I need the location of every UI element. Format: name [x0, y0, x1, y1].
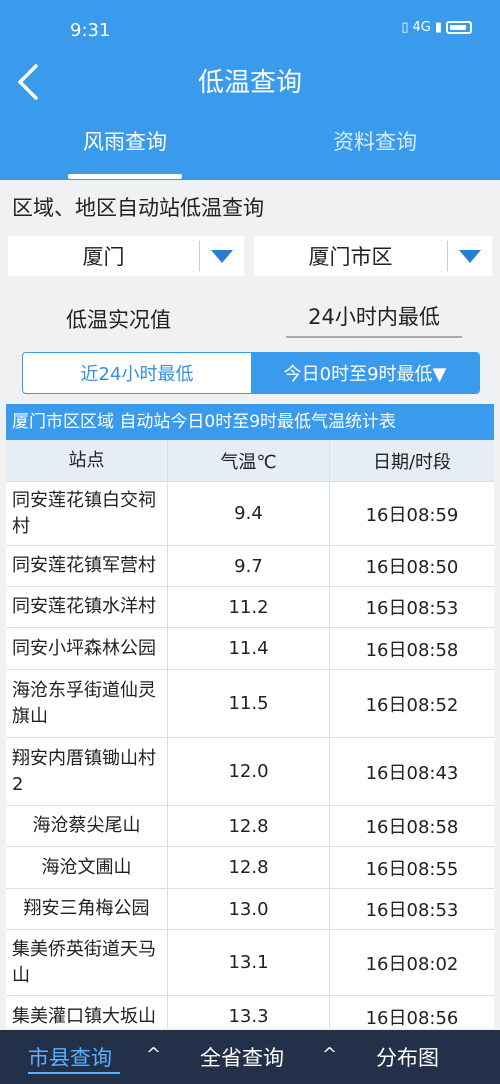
table-row[interactable]: 同安小坪森林公园 11.4 16日08:58: [6, 628, 494, 670]
chevron-up-icon[interactable]: ^: [146, 1044, 161, 1065]
time-value: 16日08:58: [365, 639, 459, 661]
temp-value: 11.4: [168, 628, 330, 669]
table-row[interactable]: 海沧东孚街道仙灵旗山 11.5 16日08:52: [6, 670, 494, 738]
temp-value: 13.3: [168, 996, 330, 1028]
time-value: 16日08:53: [365, 900, 459, 921]
tab-data-query[interactable]: 资料查询: [250, 126, 500, 156]
station-name: 同安莲花镇军营村: [6, 546, 168, 586]
station-name: 同安莲花镇白交祠村: [6, 482, 168, 545]
station-name: 海沧东孚街道仙灵旗山: [6, 670, 168, 737]
temp-value: 12.0: [168, 738, 330, 805]
station-name: 翔安内厝镇锄山村2: [6, 738, 168, 805]
table-header-row: 站点 气温℃ 日期/时段: [6, 440, 494, 482]
nav-province-query[interactable]: 全省查询: [200, 1042, 284, 1072]
mode-live-low-temp[interactable]: 低温实况值: [66, 304, 171, 334]
table-row[interactable]: 海沧文圃山 12.8 16日08:55: [6, 847, 494, 889]
temp-value: 11.5: [168, 670, 330, 737]
time-range-segment: 近24小时最低 今日0时至9时最低▼: [22, 352, 480, 394]
temp-value: 9.7: [168, 546, 330, 586]
signal-bars-icon: ▮: [434, 20, 442, 35]
nav-city-county-query[interactable]: 市县查询: [28, 1042, 112, 1072]
segment-today-0-9[interactable]: 今日0时至9时最低▼: [251, 353, 479, 393]
app-header: 9:31 ▯ 4G ▮ 低温查询 风雨查询 资料查询: [0, 0, 500, 180]
bottom-nav: 市县查询 ^ 全省查询 ^ 分布图: [0, 1030, 500, 1084]
station-name: 同安小坪森林公园: [6, 628, 168, 669]
table-row[interactable]: 海沧蔡尖尾山 12.8 16日08:58: [6, 806, 494, 847]
mode-24h-min[interactable]: 24小时内最低: [286, 300, 462, 338]
time-value: 16日08:58: [365, 817, 459, 838]
section-title: 区域、地区自动站低温查询: [12, 196, 264, 220]
dropdown-arrow-icon[interactable]: [448, 249, 492, 263]
page-title: 低温查询: [197, 68, 302, 98]
header-temp: 气温℃: [168, 440, 330, 481]
time-value: 16日08:55: [365, 858, 459, 880]
signal-icon: 4G: [412, 20, 431, 35]
low-temp-table: 站点 气温℃ 日期/时段 同安莲花镇白交祠村 9.4 16日08:59 同安莲花…: [6, 440, 494, 1028]
temp-value: 9.4: [168, 482, 330, 545]
status-icons: ▯ 4G ▮: [401, 20, 472, 35]
segment-last-24h[interactable]: 近24小时最低: [23, 353, 251, 393]
station-name: 同安莲花镇水洋村: [6, 587, 168, 627]
city-select-value: 厦门: [82, 245, 125, 269]
city-select[interactable]: 厦门: [8, 236, 244, 276]
time-value: 16日08:56: [365, 1007, 459, 1029]
vibrate-icon: ▯: [401, 20, 409, 35]
header-time: 日期/时段: [372, 451, 452, 473]
time-value: 16日08:02: [365, 953, 459, 975]
temp-value: 12.8: [168, 806, 330, 846]
temp-value: 12.8: [168, 847, 330, 888]
time-value: 16日08:50: [365, 557, 459, 578]
temp-value: 13.0: [168, 889, 330, 929]
battery-icon: [446, 21, 472, 34]
temp-value: 11.2: [168, 587, 330, 627]
time-value: 16日08:59: [365, 504, 459, 526]
station-name: 集美侨英街道天马山: [6, 930, 168, 995]
station-name: 海沧文圃山: [6, 847, 168, 888]
table-row[interactable]: 集美灌口镇大坂山 13.3 16日08:56: [6, 996, 494, 1028]
time-value: 16日08:43: [365, 762, 459, 784]
time-value: 16日08:52: [365, 694, 459, 716]
table-row[interactable]: 同安莲花镇白交祠村 9.4 16日08:59: [6, 482, 494, 546]
chevron-up-icon[interactable]: ^: [322, 1044, 337, 1065]
table-title: 厦门市区区域 自动站今日0时至9时最低气温统计表: [6, 404, 494, 440]
time-value: 16日08:53: [365, 598, 459, 619]
table-row[interactable]: 同安莲花镇水洋村 11.2 16日08:53: [6, 587, 494, 628]
district-select[interactable]: 厦门市区: [254, 236, 492, 276]
station-name: 集美灌口镇大坂山: [6, 996, 168, 1028]
temp-value: 13.1: [168, 930, 330, 995]
header-station: 站点: [6, 440, 168, 481]
district-select-value: 厦门市区: [308, 245, 393, 269]
active-tab-indicator: [68, 174, 182, 179]
active-nav-indicator: [28, 1072, 120, 1074]
status-time: 9:31: [70, 20, 111, 41]
table-row[interactable]: 翔安三角梅公园 13.0 16日08:53: [6, 889, 494, 930]
dropdown-arrow-icon[interactable]: [200, 249, 244, 263]
table-row[interactable]: 翔安内厝镇锄山村2 12.0 16日08:43: [6, 738, 494, 806]
nav-distribution-map[interactable]: 分布图: [376, 1042, 439, 1072]
status-bar: 9:31 ▯ 4G ▮: [0, 0, 500, 56]
tab-wind-rain[interactable]: 风雨查询: [0, 126, 250, 156]
table-row[interactable]: 同安莲花镇军营村 9.7 16日08:50: [6, 546, 494, 587]
table-row[interactable]: 集美侨英街道天马山 13.1 16日08:02: [6, 930, 494, 996]
station-name: 海沧蔡尖尾山: [6, 806, 168, 846]
station-name: 翔安三角梅公园: [6, 889, 168, 929]
